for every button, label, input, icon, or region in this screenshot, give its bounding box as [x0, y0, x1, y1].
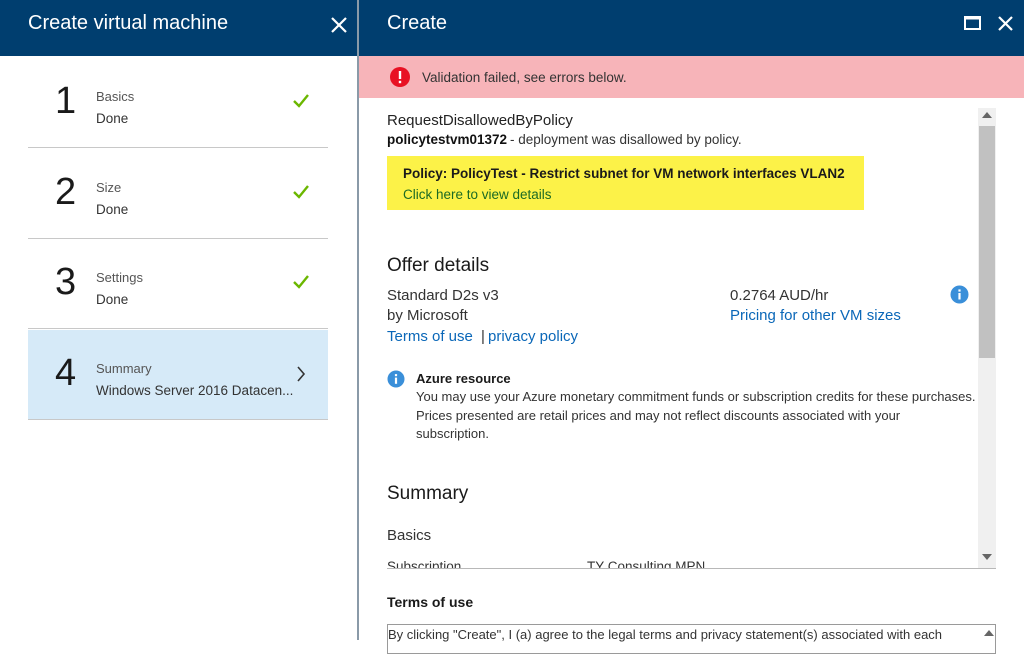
create-blade-header: Create [359, 0, 1024, 56]
step-status: Done [96, 202, 129, 217]
pricing-link[interactable]: Pricing for other VM sizes [730, 307, 901, 324]
subscription-label: Subscription [387, 559, 462, 568]
check-icon [293, 275, 309, 289]
step-title: Settings [96, 270, 143, 285]
terms-scroll-up-arrow[interactable] [984, 630, 994, 636]
scroll-up-arrow[interactable] [982, 112, 992, 118]
check-icon [293, 94, 309, 108]
offer-publisher: by Microsoft [387, 307, 468, 324]
terms-of-use-link[interactable]: Terms of use [387, 328, 473, 345]
scroll-down-arrow[interactable] [982, 554, 992, 560]
info-icon [387, 370, 405, 388]
policy-details-link[interactable]: Click here to view details [403, 187, 552, 202]
step-summary[interactable]: 4 Summary Windows Server 2016 Datacen... [28, 330, 328, 420]
privacy-policy-link[interactable]: privacy policy [488, 328, 578, 345]
blade-title: Create [387, 12, 448, 34]
offer-price: 0.2764 AUD/hr [730, 287, 829, 304]
step-number: 1 [55, 80, 77, 122]
error-icon [390, 67, 410, 87]
terms-text-box[interactable]: By clicking "Create", I (a) agree to the… [387, 624, 996, 654]
link-separator: | [481, 328, 485, 345]
terms-of-use-heading: Terms of use [387, 594, 474, 610]
maximize-icon[interactable] [963, 13, 983, 33]
check-icon [293, 185, 309, 199]
content-divider [387, 568, 996, 569]
content-scrollbar[interactable] [978, 108, 996, 568]
step-number: 4 [55, 352, 77, 394]
step-status: Windows Server 2016 Datacen... [96, 383, 294, 398]
create-vm-blade: Create virtual machine 1 Basics Done 2 S… [0, 0, 357, 640]
create-blade-content: RequestDisallowedByPolicy policytestvm01… [359, 98, 979, 568]
validation-error-banner: Validation failed, see errors below. [359, 56, 1024, 98]
scroll-thumb[interactable] [979, 126, 995, 358]
step-title: Summary [96, 361, 152, 376]
step-basics[interactable]: 1 Basics Done [28, 58, 328, 148]
azure-resource-body: You may use your Azure monetary commitme… [416, 389, 976, 441]
subscription-value: TY Consulting MPN [587, 559, 706, 568]
offer-details-heading: Offer details [387, 255, 490, 276]
basics-label: Basics [387, 527, 432, 544]
policy-highlight-box: Policy: PolicyTest - Restrict subnet for… [387, 156, 864, 210]
close-icon[interactable] [328, 10, 352, 38]
step-number: 2 [55, 171, 77, 213]
blade-header: Create virtual machine [0, 0, 357, 56]
info-icon[interactable] [950, 285, 969, 304]
step-size[interactable]: 2 Size Done [28, 149, 328, 239]
policy-title: Policy: PolicyTest - Restrict subnet for… [403, 166, 845, 181]
blade-title: Create virtual machine [28, 12, 229, 34]
step-title: Size [96, 180, 122, 195]
error-code: RequestDisallowedByPolicy [387, 112, 573, 129]
azure-resource-title: Azure resource [416, 371, 511, 386]
offer-name: Standard D2s v3 [387, 287, 499, 304]
close-icon[interactable] [996, 12, 1016, 34]
step-status: Done [96, 292, 129, 307]
validation-message: Validation failed, see errors below. [422, 70, 627, 85]
summary-heading: Summary [387, 483, 469, 504]
step-status: Done [96, 111, 129, 126]
vm-name: policytestvm01372 [387, 132, 508, 147]
chevron-right-icon [297, 366, 306, 382]
step-title: Basics [96, 89, 135, 104]
step-number: 3 [55, 261, 77, 303]
step-settings[interactable]: 3 Settings Done [28, 239, 328, 329]
error-message: - deployment was disallowed by policy. [510, 132, 742, 147]
